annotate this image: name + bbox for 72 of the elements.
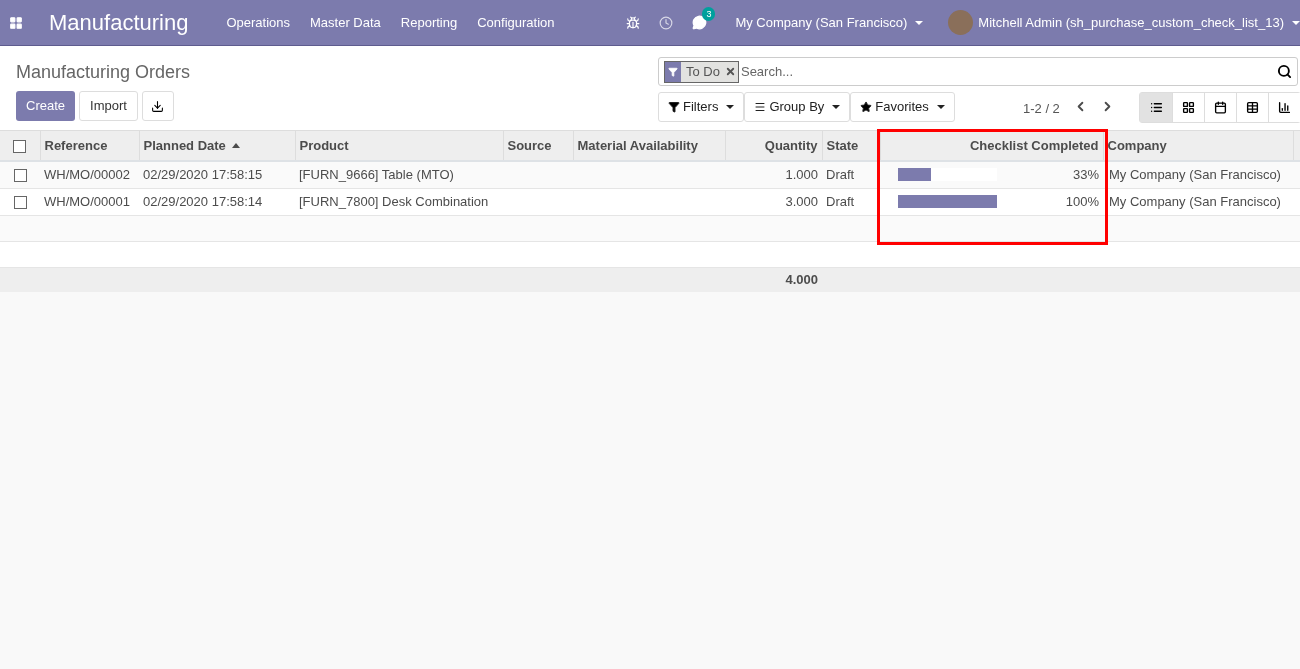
menu-link[interactable]: Reporting xyxy=(400,12,458,33)
star-icon xyxy=(860,101,873,113)
download-icon xyxy=(151,99,165,113)
table-cell-text: 100% xyxy=(1065,192,1099,211)
app-title: Manufacturing xyxy=(49,9,189,37)
apps-menu-icon[interactable] xyxy=(9,15,23,30)
search-icon[interactable] xyxy=(1277,64,1292,79)
table-cell: [FURN_9666] Table (MTO) xyxy=(299,167,454,182)
sort-ascending-icon xyxy=(231,143,240,148)
caret-icon xyxy=(832,105,841,109)
pager-value: 1-2 / 2 xyxy=(1023,100,1060,118)
facet-label: To Do xyxy=(685,62,721,81)
column-header[interactable]: State xyxy=(826,135,859,156)
bug-icon[interactable] xyxy=(626,15,641,30)
filter-icon xyxy=(668,101,680,113)
search-field[interactable]: To Do Search... xyxy=(658,57,1298,86)
clock-icon[interactable] xyxy=(659,15,674,30)
table-icon xyxy=(1246,101,1259,114)
column-header[interactable]: Planned Date xyxy=(143,135,240,156)
view-switch-button[interactable] xyxy=(1140,93,1172,122)
grid-icon xyxy=(1182,101,1195,114)
table-cell: 1.000 xyxy=(785,167,818,182)
column-header[interactable]: Company xyxy=(1107,135,1167,156)
column-header[interactable]: Product xyxy=(299,135,349,156)
search-menu-button[interactable]: Filters xyxy=(658,92,745,122)
table-cell: My Company (San Francisco) xyxy=(1109,193,1281,209)
menu-link[interactable]: Configuration xyxy=(477,12,555,33)
bar-chart-icon xyxy=(1278,101,1291,114)
message-count-badge: 3 xyxy=(702,7,716,21)
select-all-checkbox[interactable] xyxy=(13,139,27,153)
table-cell: Draft xyxy=(826,193,855,209)
column-header[interactable]: Source xyxy=(507,135,552,156)
remove-facet-icon[interactable] xyxy=(724,66,736,77)
table-cell: WH/MO/00002 xyxy=(44,167,130,182)
column-header[interactable]: Reference xyxy=(44,135,108,156)
filter-facet[interactable]: To Do xyxy=(664,60,739,83)
view-switch-button[interactable] xyxy=(1268,93,1300,122)
calendar-icon xyxy=(1214,101,1227,114)
user-avatar xyxy=(948,10,974,35)
table-cell: Draft xyxy=(826,167,855,182)
table-cell: 3.000 xyxy=(785,193,818,209)
chat-icon[interactable] xyxy=(692,15,708,30)
table-cell-text: 33% xyxy=(1072,166,1099,184)
menu-icon xyxy=(754,101,767,113)
caret-icon xyxy=(1292,20,1300,25)
column-header[interactable]: Checklist Completed xyxy=(969,135,1099,156)
column-header[interactable]: Material Availability xyxy=(577,135,698,156)
table-cell: WH/MO/00001 xyxy=(44,193,130,209)
user-menu[interactable]: Mitchell Admin (sh_purchase_custom_check_list_13) xyxy=(978,12,1300,33)
table-cell: 02/29/2020 17:58:15 xyxy=(143,167,263,182)
company-switcher[interactable]: My Company (San Francisco) xyxy=(735,12,924,33)
search-menu-button[interactable]: Favorites xyxy=(850,92,955,122)
caret-icon xyxy=(936,105,945,109)
total-quantity: 4.000 xyxy=(785,272,818,287)
search-input[interactable]: Search... xyxy=(740,61,1277,82)
caret-icon xyxy=(726,105,735,109)
table-cell: [FURN_7800] Desk Combination xyxy=(299,193,489,209)
filter-icon xyxy=(668,66,678,77)
menu-link[interactable]: Operations xyxy=(226,12,290,33)
search-menu-button[interactable]: Group By xyxy=(744,92,851,122)
menu-link[interactable]: Master Data xyxy=(310,12,381,33)
page-title: Manufacturing Orders xyxy=(16,61,191,84)
table-cell: My Company (San Francisco) xyxy=(1109,167,1281,182)
list-icon xyxy=(1149,101,1163,114)
create-button[interactable]: Create xyxy=(16,91,76,121)
download-button[interactable] xyxy=(141,91,174,121)
import-button[interactable]: Import xyxy=(79,91,138,121)
table-cell: 02/29/2020 17:58:14 xyxy=(143,193,263,209)
caret-icon xyxy=(915,20,924,25)
row-checkbox[interactable] xyxy=(13,169,27,183)
row-checkbox[interactable] xyxy=(13,195,27,209)
column-header[interactable]: Quantity xyxy=(764,135,818,156)
